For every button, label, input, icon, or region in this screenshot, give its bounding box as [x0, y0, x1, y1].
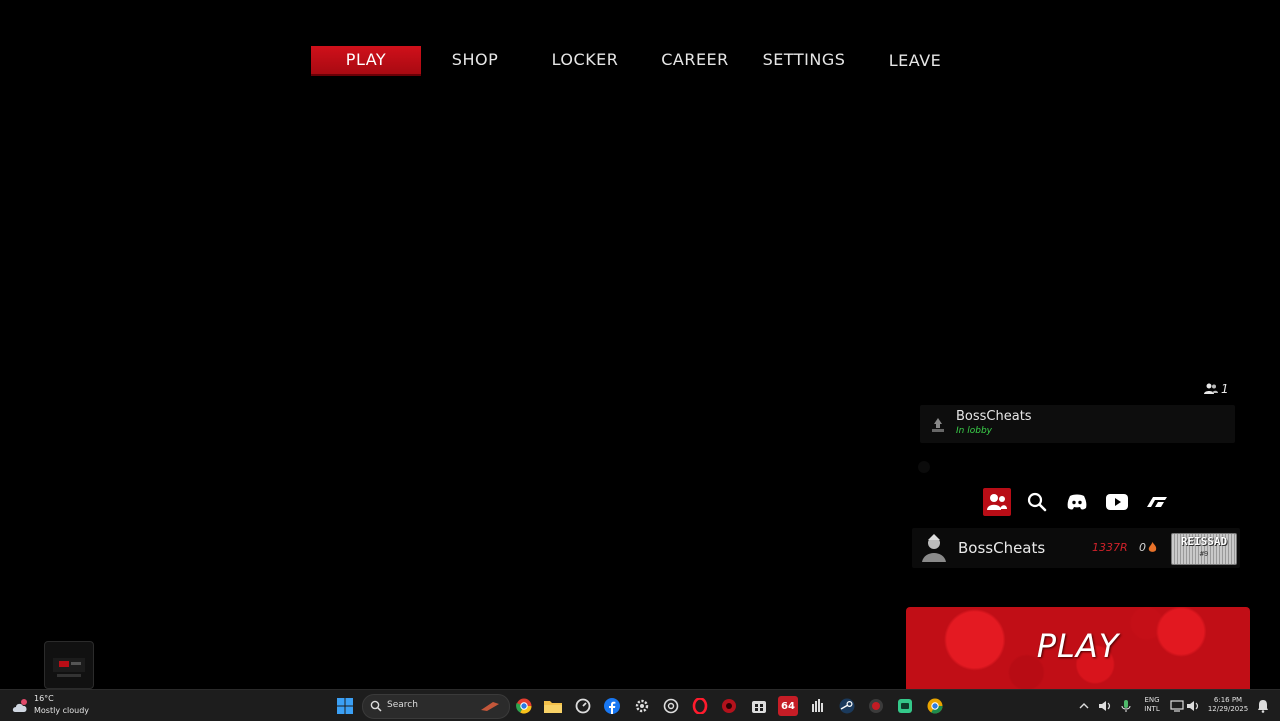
party-member-avatar: [928, 415, 948, 435]
brand-button[interactable]: [1143, 488, 1171, 516]
weather-temp: 16°C: [34, 694, 54, 703]
taskbar-red-app[interactable]: [719, 696, 739, 716]
party-people-icon: [1204, 383, 1218, 394]
clock-app-icon: [575, 698, 591, 714]
tray-overflow[interactable]: [1074, 696, 1094, 716]
language-top: ENG: [1144, 696, 1160, 704]
taskbar-search-label: Search: [387, 700, 418, 710]
nav-shop[interactable]: SHOP: [440, 46, 510, 74]
search-icon: [370, 700, 382, 712]
taskbar-steam[interactable]: [837, 696, 857, 716]
youtube-icon: [1106, 494, 1128, 510]
taskbar: 16°C Mostly cloudy Search 64 ENG INTL 6:…: [0, 689, 1280, 721]
monitor-network-icon: [1170, 700, 1184, 712]
top-nav: PLAY SHOP LOCKER CAREER SETTINGS LEAVE: [0, 46, 1280, 76]
tray-volume[interactable]: [1095, 696, 1115, 716]
rank-badge-title: REISSAD: [1180, 535, 1228, 548]
chrome-icon: [516, 698, 532, 714]
search-icon: [1027, 492, 1047, 512]
weather-cloud-icon: [12, 699, 27, 712]
clock-date: 12/29/2025: [1207, 705, 1249, 713]
party-count-value: 1: [1221, 382, 1229, 396]
chevron-up-icon: [1079, 703, 1089, 709]
language-bottom: INTL: [1144, 705, 1160, 713]
nav-career[interactable]: CAREER: [655, 46, 735, 74]
weather-desc: Mostly cloudy: [34, 706, 89, 715]
window-thumbnail[interactable]: [44, 641, 94, 689]
steam-icon: [839, 698, 855, 714]
taskbar-chatgpt[interactable]: [661, 696, 681, 716]
taskbar-facebook[interactable]: [602, 696, 622, 716]
profile-bar[interactable]: BossCheats 1337R 0 REISSAD #9: [912, 528, 1240, 568]
green-app-icon: [898, 699, 912, 713]
discord-button[interactable]: [1063, 488, 1091, 516]
rank-badge: REISSAD #9: [1171, 533, 1237, 565]
language-indicator[interactable]: ENG INTL: [1140, 696, 1164, 714]
youtube-button[interactable]: [1103, 488, 1131, 516]
taskbar-app-clock[interactable]: [573, 696, 593, 716]
taskbar-chrome[interactable]: [514, 696, 534, 716]
big-play-button[interactable]: PLAY: [906, 607, 1250, 689]
tray-mic[interactable]: [1116, 696, 1136, 716]
taskbar-chrome-canary[interactable]: [925, 696, 945, 716]
discord-icon: [1067, 494, 1087, 510]
taskbar-64-app[interactable]: 64: [778, 696, 798, 716]
taskbar-search[interactable]: Search: [362, 694, 510, 719]
taskbar-explorer[interactable]: [543, 696, 563, 716]
gear-icon: [635, 699, 649, 713]
microphone-icon: [1121, 700, 1131, 712]
speaker-icon: [1099, 701, 1111, 711]
status-dot: [918, 461, 930, 473]
equalizer-icon: [812, 699, 823, 712]
friends-button[interactable]: [983, 488, 1011, 516]
taskbar-64-label: 64: [781, 700, 795, 712]
big-play-label: PLAY: [1036, 627, 1120, 665]
rank-badge-sub: #9: [1199, 550, 1209, 558]
profile-avatar: [918, 532, 950, 564]
search-highlight-icon: [481, 702, 499, 711]
party-member-name: BossCheats: [956, 409, 1032, 424]
bell-icon: [1258, 700, 1268, 713]
nav-leave[interactable]: LEAVE: [880, 47, 950, 75]
nav-locker[interactable]: LOCKER: [545, 46, 625, 74]
windows-icon: [337, 698, 353, 714]
start-button[interactable]: [335, 696, 355, 716]
clock[interactable]: 6:16 PM 12/29/2025: [1204, 696, 1252, 714]
friends-icon: [987, 494, 1007, 510]
weather-widget[interactable]: 16°C Mostly cloudy: [12, 694, 122, 718]
clock-time: 6:16 PM: [1213, 696, 1243, 704]
taskbar-opera[interactable]: [690, 696, 710, 716]
folder-icon: [544, 701, 562, 713]
taskbar-settings[interactable]: [632, 696, 652, 716]
streak-count: 0: [1139, 541, 1157, 554]
fire-icon: [1148, 542, 1157, 552]
thumbnail-preview-icon: [53, 658, 85, 677]
facebook-icon: [604, 698, 620, 714]
taskbar-equalizer-app[interactable]: [808, 696, 828, 716]
tray-notifications[interactable]: [1253, 696, 1273, 716]
streak-value: 0: [1139, 541, 1146, 554]
taskbar-green-app[interactable]: [895, 696, 915, 716]
taskbar-app-store[interactable]: [749, 696, 769, 716]
volume-icon: [1187, 701, 1199, 711]
nav-play[interactable]: PLAY: [311, 46, 421, 76]
store-icon: [752, 701, 766, 713]
currency-amount: 1337R: [1092, 541, 1128, 554]
brand-icon: [1147, 497, 1167, 507]
tray-sound[interactable]: [1183, 696, 1203, 716]
taskbar-game-app[interactable]: [866, 696, 886, 716]
red-circle-app-icon: [722, 699, 736, 713]
search-button[interactable]: [1023, 488, 1051, 516]
party-count[interactable]: 1: [1204, 380, 1229, 398]
nav-settings[interactable]: SETTINGS: [756, 46, 852, 74]
party-member-status: In lobby: [956, 426, 992, 436]
party-member-card[interactable]: BossCheats In lobby: [920, 405, 1235, 443]
chatgpt-icon: [663, 698, 679, 714]
profile-name: BossCheats: [958, 539, 1046, 557]
chrome-canary-icon: [927, 698, 943, 714]
opera-icon: [692, 698, 708, 714]
game-app-icon: [869, 699, 883, 713]
